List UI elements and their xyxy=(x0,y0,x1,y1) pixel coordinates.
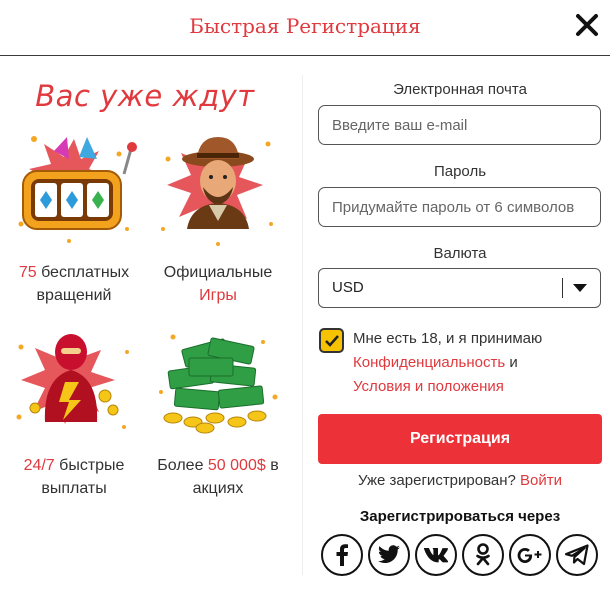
modal-header: Быстрая Регистрация xyxy=(0,0,610,56)
facebook-icon[interactable] xyxy=(321,534,363,576)
money-pile-icon xyxy=(153,322,283,442)
feature-fast-payouts: 24/7 быстрые выплаты xyxy=(4,322,144,500)
agreement-text: Мне есть 18, и я принимаю xyxy=(353,330,543,347)
telegram-icon[interactable] xyxy=(556,534,598,576)
agreement: Мне есть 18, и я принимаю Конфиденциальн… xyxy=(318,327,602,399)
privacy-link[interactable]: Конфиденциальность xyxy=(353,354,505,371)
already-text: Уже зарегистрирован? xyxy=(357,472,521,489)
feature-free-spins: 75 бесплатных вращений xyxy=(4,129,144,307)
feature-official-games: Официальные Игры xyxy=(148,129,288,307)
vk-icon[interactable] xyxy=(415,534,457,576)
google-plus-icon[interactable] xyxy=(509,534,551,576)
feature-caption: Более 50 000$ в акциях xyxy=(157,457,279,497)
close-icon[interactable] xyxy=(574,12,600,38)
odnoklassniki-icon[interactable] xyxy=(462,534,504,576)
slot-machine-icon xyxy=(9,129,139,249)
twitter-icon[interactable] xyxy=(368,534,410,576)
chevron-down-icon xyxy=(573,284,587,292)
currency-label: Валюта xyxy=(433,245,487,262)
promo-panel: Вас уже ждут 75 бесплатных вращений Офиц… xyxy=(0,57,300,590)
already-registered: Уже зарегистрирован? Войти xyxy=(318,472,602,489)
promo-title: Вас уже ждут xyxy=(35,79,255,113)
terms-link[interactable]: Условия и положения xyxy=(353,378,504,395)
check-icon xyxy=(325,335,339,347)
email-field[interactable] xyxy=(318,105,601,145)
agreement-and: и xyxy=(505,354,518,371)
agree-checkbox[interactable] xyxy=(319,328,344,353)
explorer-character-icon xyxy=(153,129,283,249)
feature-caption: Официальные Игры xyxy=(163,264,273,304)
feature-caption: 24/7 быстрые выплаты xyxy=(23,457,125,497)
currency-select[interactable]: USD xyxy=(318,268,601,308)
email-label: Электронная почта xyxy=(393,81,527,98)
register-button[interactable]: Регистрация xyxy=(318,414,602,464)
column-divider xyxy=(302,75,303,575)
currency-value: USD xyxy=(332,279,364,296)
social-buttons xyxy=(321,534,605,578)
password-label: Пароль xyxy=(433,163,487,180)
feature-caption: 75 бесплатных вращений xyxy=(18,264,130,304)
password-field[interactable] xyxy=(318,187,601,227)
feature-promotions: Более 50 000$ в акциях xyxy=(148,322,288,500)
social-title: Зарегистрироваться через xyxy=(359,508,561,525)
modal-title: Быстрая Регистрация xyxy=(189,14,421,38)
login-link[interactable]: Войти xyxy=(520,472,562,489)
hero-character-icon xyxy=(9,322,139,442)
